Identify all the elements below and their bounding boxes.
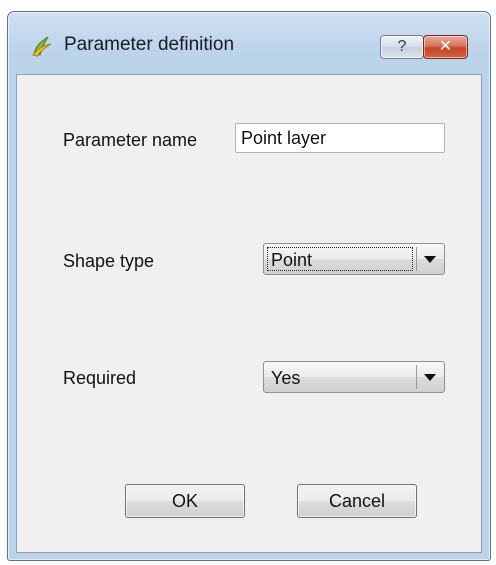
shape-type-value: Point xyxy=(271,250,313,270)
parameter-name-label: Parameter name xyxy=(63,130,198,150)
required-label: Required xyxy=(63,368,137,388)
help-icon: ? xyxy=(397,38,407,55)
ok-button[interactable]: OK xyxy=(125,484,245,518)
dropdown-separator xyxy=(416,247,417,271)
chevron-down-icon[interactable] xyxy=(424,256,436,263)
close-icon: ✕ xyxy=(438,38,453,55)
window-title: Parameter definition xyxy=(64,34,235,55)
chevron-down-icon[interactable] xyxy=(424,374,436,381)
shape-type-select[interactable]: Point xyxy=(263,243,445,275)
required-select[interactable]: Yes xyxy=(263,361,445,393)
dropdown-separator xyxy=(416,365,417,389)
help-button[interactable]: ? xyxy=(380,35,424,59)
qgis-icon xyxy=(32,36,52,57)
title-bar[interactable]: Parameter definition ? ✕ xyxy=(8,12,490,82)
close-button[interactable]: ✕ xyxy=(423,35,468,59)
dialog-window: Parameter definition ? ✕ Parameter name … xyxy=(7,11,491,561)
shape-type-label: Shape type xyxy=(63,251,155,271)
required-value: Yes xyxy=(271,368,301,388)
parameter-name-input[interactable] xyxy=(235,123,445,153)
cancel-button[interactable]: Cancel xyxy=(297,484,417,518)
dialog-body: Parameter name Shape type Point Required… xyxy=(16,74,482,553)
